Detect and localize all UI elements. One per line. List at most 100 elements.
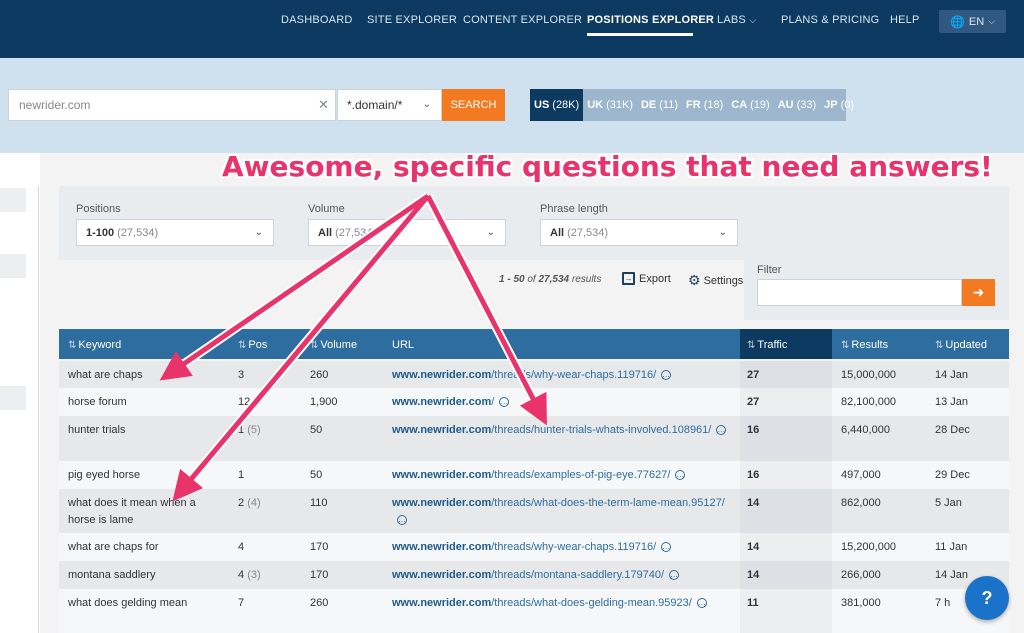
search-input[interactable]: newrider.com [8, 89, 336, 121]
results-cell: 15,200,000 [841, 541, 897, 553]
results-cell: 6,440,000 [841, 424, 890, 436]
position-cell: 1 (5) [238, 424, 261, 436]
keyword-filter-input[interactable] [757, 279, 962, 306]
export-icon: → [622, 272, 635, 285]
url-link[interactable]: www.newrider.com/threads/why-wear-chaps.… [392, 539, 732, 556]
chevron-down-icon: ⌄ [422, 99, 431, 110]
settings-label: Settings [703, 274, 744, 287]
expand-options-icon[interactable]: … [669, 570, 680, 581]
country-jp[interactable]: JP (0) [820, 89, 858, 121]
updated-cell: 14 Jan [935, 369, 969, 381]
volume-cell: 50 [310, 424, 323, 436]
header-keyword[interactable]: ⇅ Keyword [68, 339, 121, 351]
keyword-cell: what are chaps [68, 369, 143, 381]
updated-cell: 29 Dec [935, 469, 970, 481]
nav-dashboard[interactable]: Dashboard [281, 14, 352, 26]
url-link[interactable]: www.newrider.com/threads/hunter-trials-w… [392, 422, 732, 439]
clear-icon[interactable]: ✕ [318, 97, 329, 113]
volume-cell: 260 [310, 369, 329, 381]
country-uk[interactable]: UK (31K) [583, 89, 637, 121]
results-cell: 862,000 [841, 497, 881, 509]
results-cell: 381,000 [841, 597, 881, 609]
updated-cell: 7 h [935, 597, 951, 609]
nav-positions-explorer[interactable]: Positions Explorer [587, 14, 714, 26]
position-cell: 4 [238, 541, 245, 553]
position-cell: 12 [238, 396, 251, 408]
chevron-down-icon: ⌄ [718, 227, 727, 238]
header-traffic[interactable]: ⇅ Traffic [747, 339, 787, 351]
phrase-length-filter-select[interactable]: All (27,534) ⌄ [540, 219, 738, 246]
volume-cell: 1,900 [310, 396, 338, 408]
nav-content-explorer[interactable]: Content Explorer [463, 14, 582, 26]
export-label: Export [639, 272, 671, 285]
traffic-cell: 27 [747, 369, 760, 381]
active-nav-underline [587, 33, 693, 36]
volume-filter-label: Volume [308, 203, 345, 215]
arrow-right-icon[interactable]: ➜ [962, 279, 995, 306]
expand-options-icon[interactable]: … [661, 370, 672, 381]
phrase-length-filter-label: Phrase length [540, 203, 608, 215]
url-link[interactable]: www.newrider.com/… [392, 394, 732, 411]
url-link[interactable]: www.newrider.com/threads/what-does-geldi… [392, 595, 732, 612]
volume-cell: 170 [310, 541, 329, 553]
annotation-text: Awesome, specific questions that need an… [222, 150, 993, 183]
keyword-cell: montana saddlery [68, 569, 156, 581]
url-link[interactable]: www.newrider.com/threads/montana-saddler… [392, 567, 732, 584]
country-ca[interactable]: CA (19) [727, 89, 773, 121]
country-de[interactable]: DE (11) [637, 89, 682, 121]
expand-options-icon[interactable]: … [716, 425, 727, 436]
volume-cell: 50 [310, 469, 323, 481]
nav-site-explorer[interactable]: Site Explorer [367, 14, 457, 26]
sidebar-divider [38, 186, 39, 633]
traffic-cell: 11 [747, 597, 759, 609]
traffic-cell: 14 [747, 569, 760, 581]
header-updated[interactable]: ⇅ Updated [935, 339, 987, 351]
export-button[interactable]: → Export [622, 272, 671, 285]
results-count: 1 - 50 of 27,534 results [499, 274, 602, 285]
keyword-cell: what does it mean when a horse is lame [68, 497, 196, 526]
search-mode-select[interactable]: *.domain/* ⌄ [337, 89, 442, 121]
chat-help-icon[interactable]: ? [965, 576, 1009, 620]
nav-labs-label: Labs [717, 14, 746, 26]
expand-options-icon[interactable]: … [675, 470, 686, 481]
traffic-cell: 27 [747, 396, 760, 408]
traffic-cell: 14 [747, 541, 760, 553]
traffic-cell: 16 [747, 469, 760, 481]
search-button[interactable]: SEARCH [442, 89, 505, 121]
chevron-down-icon: ⌵ [749, 15, 757, 25]
nav-labs[interactable]: Labs ⌵ [717, 14, 756, 26]
top-navigation-bar [0, 0, 1024, 58]
sidebar-stub-item [0, 386, 26, 410]
expand-options-icon[interactable]: … [661, 542, 672, 553]
language-selector[interactable]: 🌐 EN ⌵ [939, 10, 1006, 33]
language-label: EN [968, 15, 985, 28]
keyword-cell: hunter trials [68, 424, 126, 436]
volume-filter-select[interactable]: All (27,534) ⌄ [308, 219, 506, 246]
country-fr[interactable]: FR (18) [682, 89, 727, 121]
chevron-down-icon: ⌄ [254, 227, 263, 238]
country-au[interactable]: AU (33) [774, 89, 820, 121]
nav-plans-pricing[interactable]: Plans & Pricing [781, 14, 879, 26]
url-link[interactable]: www.newrider.com/threads/examples-of-pig… [392, 467, 732, 484]
country-us[interactable]: US (28K) [530, 89, 584, 121]
url-link[interactable]: www.newrider.com/threads/why-wear-chaps.… [392, 367, 732, 384]
expand-options-icon[interactable]: … [397, 515, 407, 526]
header-results[interactable]: ⇅ Results [841, 339, 888, 351]
keyword-filter-label: Filter [757, 264, 782, 276]
settings-button[interactable]: ⚙ Settings [688, 272, 743, 289]
updated-cell: 13 Jan [935, 396, 969, 408]
updated-cell: 14 Jan [935, 569, 969, 581]
positions-filter-select[interactable]: 1-100 (27,534) ⌄ [76, 219, 274, 246]
keyword-cell: what are chaps for [68, 541, 159, 553]
results-cell: 497,000 [841, 469, 881, 481]
header-pos[interactable]: ⇅ Pos [238, 339, 267, 351]
expand-options-icon[interactable]: … [696, 598, 707, 609]
position-cell: 4 (3) [238, 569, 261, 581]
country-selector: US (28K) UK (31K) DE (11) FR (18) CA (19) AU(… [530, 89, 854, 121]
url-link[interactable]: www.newrider.com/threads/what-does-the-t… [392, 495, 732, 529]
gear-icon: ⚙ [688, 272, 701, 288]
nav-help[interactable]: Help [890, 14, 920, 26]
expand-options-icon[interactable]: … [499, 397, 510, 408]
header-volume[interactable]: ⇅ Volume [310, 339, 357, 351]
volume-cell: 260 [310, 597, 329, 609]
